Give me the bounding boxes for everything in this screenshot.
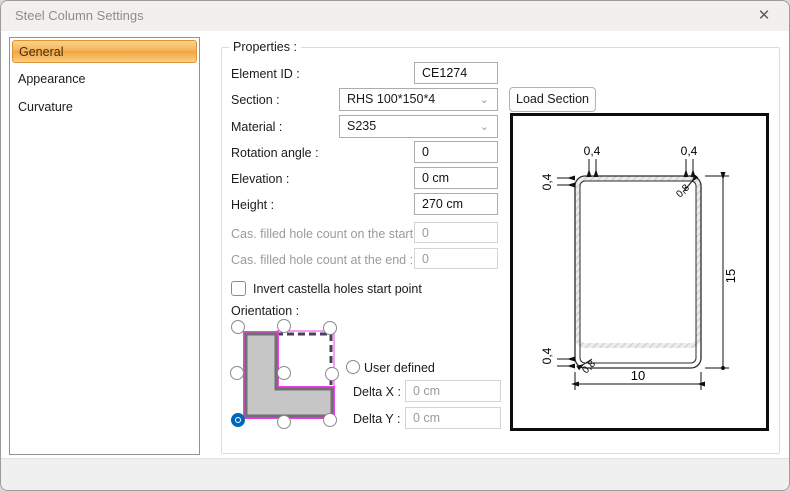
material-select[interactable]: S235 ⌄ bbox=[339, 115, 498, 138]
orientation-radio-top-left[interactable] bbox=[231, 320, 245, 334]
orientation-radio-middle-right[interactable] bbox=[325, 367, 339, 381]
cas-hole-end-field bbox=[414, 248, 498, 269]
delta-x-field bbox=[405, 380, 501, 402]
dim-thickness-top-left: 0,4 bbox=[584, 144, 601, 158]
orientation-radio-bottom-right[interactable] bbox=[323, 413, 337, 427]
dim-width: 10 bbox=[631, 368, 645, 383]
rotation-angle-field[interactable] bbox=[414, 141, 498, 163]
properties-group-label: Properties : bbox=[229, 40, 301, 54]
chevron-down-icon: ⌄ bbox=[479, 121, 489, 133]
invert-castella-label: Invert castella holes start point bbox=[253, 282, 422, 296]
cas-hole-start-field bbox=[414, 222, 498, 243]
orientation-radio-top-right[interactable] bbox=[323, 321, 337, 335]
height-label: Height : bbox=[231, 198, 275, 212]
invert-castella-checkbox[interactable] bbox=[231, 281, 246, 296]
orientation-widget bbox=[229, 319, 347, 435]
user-defined-radio[interactable] bbox=[346, 360, 360, 374]
orientation-radio-bottom-left[interactable] bbox=[231, 413, 245, 427]
elevation-field[interactable] bbox=[414, 167, 498, 189]
user-defined-label: User defined bbox=[364, 361, 435, 375]
delta-y-field bbox=[405, 407, 501, 429]
title-bar: Steel Column Settings ✕ bbox=[1, 1, 789, 31]
steel-column-settings-dialog: Steel Column Settings ✕ General Appearan… bbox=[0, 0, 790, 491]
elevation-label: Elevation : bbox=[231, 172, 290, 186]
orientation-radio-top-center[interactable] bbox=[277, 319, 291, 333]
sidebar-item-curvature[interactable]: Curvature bbox=[12, 96, 197, 119]
category-list: General Appearance Curvature bbox=[9, 37, 200, 455]
section-preview: 0,4 0,4 0,4 0,4 0,8 0,8 15 10 bbox=[510, 113, 769, 431]
orientation-radio-bottom-center[interactable] bbox=[277, 415, 291, 429]
orientation-radio-middle-left[interactable] bbox=[230, 366, 244, 380]
cas-hole-start-label: Cas. filled hole count on the start : bbox=[231, 227, 420, 241]
material-label: Material : bbox=[231, 120, 283, 134]
orientation-label: Orientation : bbox=[231, 304, 300, 318]
orientation-radio-center[interactable] bbox=[277, 366, 291, 380]
dim-thickness-top-right: 0,4 bbox=[681, 144, 698, 158]
dim-radius-bottom-left: 0,8 bbox=[580, 358, 598, 376]
sidebar-item-appearance[interactable]: Appearance bbox=[12, 68, 197, 91]
rotation-angle-label: Rotation angle : bbox=[231, 146, 319, 160]
element-id-label: Element ID : bbox=[231, 67, 300, 81]
section-drawing: 0,4 0,4 0,4 0,4 0,8 0,8 15 10 bbox=[540, 144, 738, 390]
cas-hole-end-label: Cas. filled hole count at the end : bbox=[231, 253, 414, 267]
section-value: RHS 100*150*4 bbox=[347, 92, 436, 106]
element-id-field[interactable] bbox=[414, 62, 498, 84]
delta-y-label: Delta Y : bbox=[353, 412, 401, 426]
material-value: S235 bbox=[347, 119, 377, 133]
dialog-title: Steel Column Settings bbox=[15, 8, 144, 23]
height-field[interactable] bbox=[414, 193, 498, 215]
delta-x-label: Delta X : bbox=[353, 385, 401, 399]
dim-thickness-left-top: 0,4 bbox=[540, 173, 554, 190]
close-icon[interactable]: ✕ bbox=[749, 5, 779, 27]
dim-height: 15 bbox=[723, 269, 738, 283]
chevron-down-icon: ⌄ bbox=[479, 94, 489, 106]
load-section-button[interactable]: Load Section bbox=[509, 87, 596, 112]
section-select[interactable]: RHS 100*150*4 ⌄ bbox=[339, 88, 498, 111]
sidebar-item-general[interactable]: General bbox=[12, 40, 197, 63]
dim-thickness-left-bottom: 0,4 bbox=[540, 347, 554, 364]
section-label: Section : bbox=[231, 93, 280, 107]
dialog-footer: OK Cancel bbox=[1, 458, 789, 490]
